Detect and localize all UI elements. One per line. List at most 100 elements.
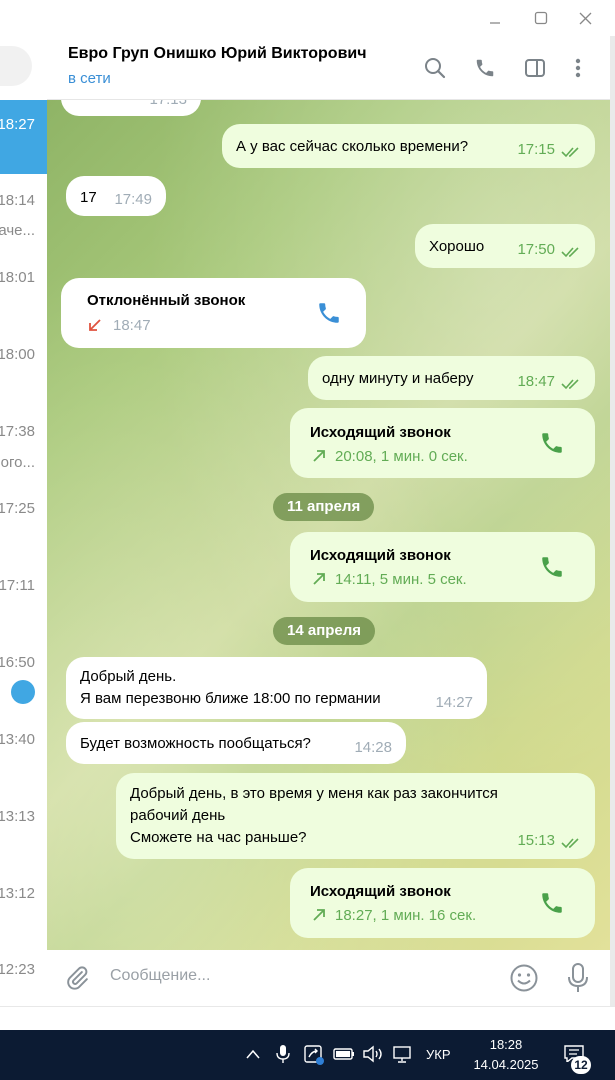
read-checkmarks-icon [561,247,579,258]
date-separator: 14 апреля [273,617,376,645]
call-detail: 18:27, 1 мин. 16 сек. [335,907,477,924]
chat-time[interactable]: 13:12 [0,885,35,902]
chat-time[interactable]: 13:40 [0,731,35,748]
call-bubble-outgoing[interactable]: Исходящий звонок 18:27, 1 мин. 16 сек. [290,868,595,938]
chat-time[interactable]: 12:23 [0,961,35,978]
message-text: Будет возможность пообщаться? [80,735,311,752]
call-title: Исходящий звонок [310,547,451,564]
chat-search-input[interactable] [0,46,32,86]
message-time: 14:27 [435,694,473,711]
battery-icon[interactable] [333,1046,355,1062]
volume-icon[interactable] [362,1045,384,1063]
read-checkmarks-icon [561,838,579,849]
call-title: Исходящий звонок [310,883,451,900]
chat-time[interactable]: 17:11 [0,577,35,594]
minimize-icon [490,22,500,24]
title-bar [0,0,615,36]
message-bubble-outgoing[interactable]: одну минуту и наберу 18:47 [308,356,595,400]
screen-sharing-icon[interactable] [303,1044,325,1066]
call-detail: 14:11, 5 мин. 5 сек. [335,571,467,588]
chat-time[interactable]: 18:00 [0,346,35,363]
message-time: 15:13 [517,832,555,849]
message-bubble-outgoing[interactable]: Хорошо 17:50 [415,224,595,268]
phone-icon [476,59,494,77]
message-text: А у вас сейчас сколько времени? [236,138,469,155]
chat-time[interactable]: 13:13 [0,808,35,825]
phone-icon[interactable] [539,430,565,456]
clock-time: 18:28 [489,1037,523,1052]
chat-list-panel: 18:27 18:14 аче... 18:01 18:00 17:38 ого… [0,36,47,1006]
emoji-icon[interactable] [509,963,539,993]
read-checkmarks-icon [561,147,579,158]
date-separator: 11 апреля [273,493,375,521]
call-bubble-outgoing[interactable]: Исходящий звонок 14:11, 5 мин. 5 сек. [290,532,595,602]
sidebar-toggle-button[interactable] [519,52,551,84]
search-button[interactable] [419,52,451,84]
outgoing-call-arrow-icon [313,450,325,462]
notification-count-badge: 12 [571,1056,591,1074]
show-hidden-icons-chevron-icon[interactable] [245,1048,261,1060]
network-icon[interactable] [392,1045,414,1063]
missed-call-arrow-icon [89,319,101,331]
telegram-window: 18:27 18:14 аче... 18:01 18:00 17:38 ого… [0,0,615,1030]
chat-list-item-active[interactable] [0,100,47,174]
microphone-icon[interactable] [276,1044,290,1064]
message-line: Я вам перезвоню ближе 18:00 по германии [80,690,381,707]
phone-icon[interactable] [316,300,342,326]
message-bubble-incoming[interactable]: Будет возможность пообщаться? 14:28 [66,722,406,764]
message-text: Хорошо [429,238,485,255]
phone-icon[interactable] [539,554,565,580]
message-bubble-incoming[interactable]: 17:13 [61,100,201,116]
chat-time[interactable]: 18:14 [0,192,35,209]
call-title: Исходящий звонок [310,424,451,441]
message-time: 14:28 [354,739,392,756]
message-text: Добрый день. Я вам перезвоню ближе 18:00… [80,666,381,710]
message-bubble-outgoing[interactable]: А у вас сейчас сколько времени? 17:15 [222,124,595,168]
keyboard-language[interactable]: УКР [426,1047,451,1062]
chat-header: Евро Груп Онишко Юрий Викторович в сети [47,36,610,100]
close-icon [579,12,591,24]
call-title: Отклонённый звонок [87,292,246,309]
chat-time[interactable]: 17:38 [0,423,35,440]
message-composer: Сообщение... [47,950,610,1006]
maximize-button[interactable] [518,0,564,36]
window-bottom-edge [0,1006,615,1030]
phone-icon[interactable] [539,890,565,916]
message-line: рабочий день [130,807,226,824]
message-time: 18:47 [517,373,555,390]
message-input[interactable]: Сообщение... [110,967,210,985]
call-button[interactable] [469,52,501,84]
microphone-icon[interactable] [567,962,589,994]
outgoing-call-arrow-icon [313,909,325,921]
contact-name[interactable]: Евро Груп Онишко Юрий Викторович [68,45,367,63]
chat-time[interactable]: 16:50 [0,654,35,671]
more-icon [575,58,581,78]
message-area[interactable]: 17:13 А у вас сейчас сколько времени? 17… [47,100,610,950]
chat-snippet: ого... [0,454,35,471]
call-bubble-declined[interactable]: Отклонённый звонок 18:47 [61,278,366,348]
window-edge [610,36,615,1006]
chat-time[interactable]: 17:25 [0,500,35,517]
message-line: Добрый день. [80,668,177,685]
chat-time: 18:27 [0,116,35,133]
windows-taskbar: УКР 18:28 14.04.2025 12 [0,1030,615,1080]
message-text: Добрый день, в это время у меня как раз … [130,783,498,849]
call-bubble-outgoing[interactable]: Исходящий звонок 20:08, 1 мин. 0 сек. [290,408,595,478]
minimize-button[interactable] [472,0,518,36]
message-bubble-incoming[interactable]: 17 17:49 [66,176,166,216]
read-checkmarks-icon [561,379,579,390]
message-bubble-outgoing[interactable]: Добрый день, в это время у меня как раз … [116,773,595,859]
system-clock[interactable]: 18:28 14.04.2025 [464,1035,548,1075]
attach-icon[interactable] [64,964,90,992]
message-bubble-incoming[interactable]: Добрый день. Я вам перезвоню ближе 18:00… [66,657,487,719]
close-button[interactable] [562,0,608,36]
search-icon [425,58,446,79]
unread-badge [11,680,35,704]
message-time: 17:15 [517,141,555,158]
more-button[interactable] [562,52,594,84]
message-time: 17:50 [517,241,555,258]
chat-snippet: аче... [0,222,35,239]
call-detail: 20:08, 1 мин. 0 сек. [335,448,468,465]
message-line: Сможете на час раньше? [130,829,307,846]
chat-time[interactable]: 18:01 [0,269,35,286]
